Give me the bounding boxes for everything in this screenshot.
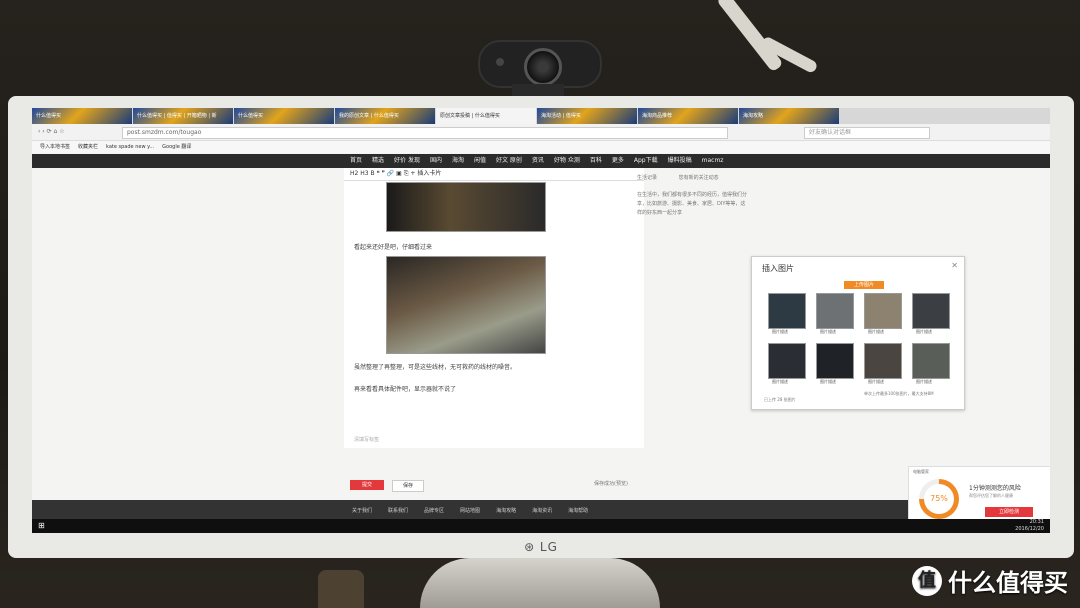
footer-link[interactable]: 海淘帮助 — [568, 508, 588, 514]
site-nav-item[interactable]: macmz — [702, 154, 724, 168]
popup-message: 1分钟测测您的风险 — [969, 485, 1021, 492]
browser-tab[interactable]: 什么值得买 — [32, 108, 132, 124]
risk-score: 75% — [924, 484, 954, 514]
bookmark-item[interactable]: 导入本地书签 — [40, 144, 70, 150]
site-nav-item[interactable]: 首页 — [350, 154, 362, 168]
screen: 什么值得买 什么值得买 | 值得买 | 开箱晒物 | 新什么值得买 我的原创文章 |… — [32, 108, 1050, 533]
submit-button[interactable]: 提交 — [350, 480, 384, 490]
search-input[interactable]: 好友确认对话框 — [804, 127, 930, 139]
footer-link[interactable]: 联系我们 — [388, 508, 408, 514]
image-thumbnail[interactable] — [816, 293, 854, 329]
site-nav-item[interactable]: 精选 — [372, 154, 384, 168]
upload-count: 已上传 28 张图片 — [764, 397, 796, 402]
windows-start-icon[interactable]: ⊞ — [38, 521, 48, 531]
tag-input[interactable]: 清填写标签 — [354, 436, 379, 443]
article-editor[interactable]: H2 H3 B ❝ ❞ 🔗 ▣ ⎘ + 插入卡片 看起来还好是吧，仔细看过来 虽… — [344, 168, 644, 448]
image-thumbnail[interactable] — [816, 343, 854, 379]
close-icon[interactable]: ✕ — [951, 261, 958, 270]
footer-link[interactable]: 品牌专区 — [424, 508, 444, 514]
site-nav: 首页 精选 好价 发现 国内 海淘 闲值 好文 原创 资讯 好物 众测 百科 更多 App下载 爆料投稿… — [32, 154, 1050, 168]
editor-text-1: 虽然整理了再整理，可是这些线材，无可救药的线材的噪音。 — [354, 364, 517, 371]
insert-image-dialog: 插入图片 ✕ 上传图片 图片描述 图片描述 图片描述 图片描述 图片描述 图片描述 图片描述… — [751, 256, 965, 410]
bookmarks-bar: 导入本地书签 收藏夹栏 kate spade new y... Google 翻译 — [32, 141, 1050, 153]
thumbnail-caption: 图片描述 — [916, 329, 932, 334]
bookmark-item[interactable]: kate spade new y... — [106, 144, 154, 150]
browser-tab-bar: 什么值得买 什么值得买 | 值得买 | 开箱晒物 | 新什么值得买 我的原创文章 |… — [32, 108, 1050, 124]
image-thumbnail[interactable] — [912, 343, 950, 379]
bookmark-item[interactable]: 收藏夹栏 — [78, 144, 98, 150]
bookmark-item[interactable]: Google 翻译 — [162, 144, 191, 150]
thumbnail-caption: 图片描述 — [772, 379, 788, 384]
thumbnail-caption: 图片描述 — [820, 379, 836, 384]
site-nav-item[interactable]: 好文 原创 — [496, 154, 522, 168]
image-thumbnail[interactable] — [864, 293, 902, 329]
site-nav-item[interactable]: 更多 — [612, 154, 624, 168]
browser-tab[interactable]: 海淘商品推荐 — [638, 108, 738, 124]
monitor-stand — [420, 558, 660, 608]
clock-date: 2016/12/20 — [1015, 526, 1044, 532]
image-thumbnail[interactable] — [864, 343, 902, 379]
monitor: 什么值得买 什么值得买 | 值得买 | 开箱晒物 | 新什么值得买 我的原创文章 |… — [8, 96, 1074, 558]
nav-buttons[interactable]: ‹ › ⟳ ⌂ ☆ — [38, 128, 65, 135]
dialog-title: 插入图片 — [762, 264, 794, 273]
thumbnail-caption: 图片描述 — [868, 379, 884, 384]
watermark-text: 什么值得买 — [948, 569, 1068, 597]
monitor-brand-logo: ⊛ LG — [524, 540, 558, 554]
upload-button[interactable]: 上传图片 — [844, 281, 884, 289]
browser-tab[interactable]: 我的原创文章 | 什么值得买 — [335, 108, 435, 124]
clock-time: 20:31 — [1029, 519, 1044, 525]
save-button[interactable]: 保存 — [392, 480, 424, 492]
thumbnail-caption: 图片描述 — [772, 329, 788, 334]
site-nav-item[interactable]: 爆料投稿 — [668, 154, 692, 168]
sidebar-paragraph: 在生活中，我们都有很多不同的经历，值得我们分享，比如旅游、摄影、美食、家居、DI… — [637, 192, 748, 216]
watermark: 值 什么值得买 — [912, 563, 1068, 598]
url-field[interactable]: post.smzdm.com/tougao — [122, 127, 728, 139]
webcam — [478, 40, 602, 88]
windows-taskbar: ⊞ 20:31 2016/12/20 — [32, 519, 1050, 533]
sidebar: 生活记录 您有新的关注动态 在生活中，我们都有很多不同的经历，值得我们分享，比如… — [637, 174, 807, 218]
figurine — [318, 570, 364, 608]
sidebar-tab-life[interactable]: 生活记录 — [637, 175, 657, 181]
image-thumbnail[interactable] — [768, 293, 806, 329]
detect-button[interactable]: 立即检测 — [985, 507, 1033, 517]
address-bar: ‹ › ⟳ ⌂ ☆ post.smzdm.com/tougao 好友确认对话框 — [32, 124, 1050, 141]
sidebar-tab-follow[interactable]: 您有新的关注动态 — [679, 175, 719, 181]
site-nav-item[interactable]: 好价 发现 — [394, 154, 420, 168]
footer-link[interactable]: 海淘资讯 — [532, 508, 552, 514]
footer-link[interactable]: 关于我们 — [352, 508, 372, 514]
save-status: 保存成功(预览) — [594, 481, 628, 487]
footer-link[interactable]: 网站地图 — [460, 508, 480, 514]
site-nav-item[interactable]: 国内 — [430, 154, 442, 168]
image-thumbnail[interactable] — [912, 293, 950, 329]
footer-link[interactable]: 海淘攻略 — [496, 508, 516, 514]
browser-tab[interactable]: 什么值得买 | 值得买 | 开箱晒物 | 新 — [133, 108, 233, 124]
security-popup: 电脑管家 75% 1分钟测测您的风险 帮您评估您了解的人健康 立即检测 — [908, 466, 1050, 526]
site-nav-item[interactable]: 资讯 — [532, 154, 544, 168]
article-photo-2 — [386, 256, 546, 354]
browser-tab[interactable]: 海淘攻略 — [739, 108, 839, 124]
upload-hint: 单次上传最多100张图片，最大支持8M — [864, 391, 934, 396]
article-photo-1 — [386, 182, 546, 232]
watermark-logo-icon: 值 — [912, 565, 942, 596]
browser-tab[interactable]: 海淘活动 | 值得买 — [537, 108, 637, 124]
thumbnail-caption: 图片描述 — [868, 329, 884, 334]
popup-head: 电脑管家 — [913, 469, 929, 474]
site-nav-item[interactable]: 闲值 — [474, 154, 486, 168]
browser-tab[interactable]: 原创文章投稿 | 什么值得买 — [436, 108, 536, 124]
editor-actions: 提交 保存 保存成功(预览) — [344, 476, 644, 492]
image-thumbnail[interactable] — [768, 343, 806, 379]
risk-gauge: 75% — [919, 479, 959, 519]
system-tray: 20:31 2016/12/20 — [1015, 519, 1044, 533]
site-nav-item[interactable]: 好物 众测 — [554, 154, 580, 168]
editor-text-2: 再来看看具体配件吧，显示器就不说了 — [354, 386, 457, 393]
editor-caption-1: 看起来还好是吧，仔细看过来 — [354, 244, 433, 251]
thumbnail-caption: 图片描述 — [916, 379, 932, 384]
thumbnail-caption: 图片描述 — [820, 329, 836, 334]
editor-toolbar[interactable]: H2 H3 B ❝ ❞ 🔗 ▣ ⎘ + 插入卡片 — [344, 168, 644, 181]
site-nav-item[interactable]: App下载 — [634, 154, 658, 168]
popup-sub: 帮您评估您了解的人健康 — [969, 493, 1013, 498]
site-nav-item[interactable]: 百科 — [590, 154, 602, 168]
browser-tab[interactable]: 什么值得买 — [234, 108, 334, 124]
site-nav-item[interactable]: 海淘 — [452, 154, 464, 168]
